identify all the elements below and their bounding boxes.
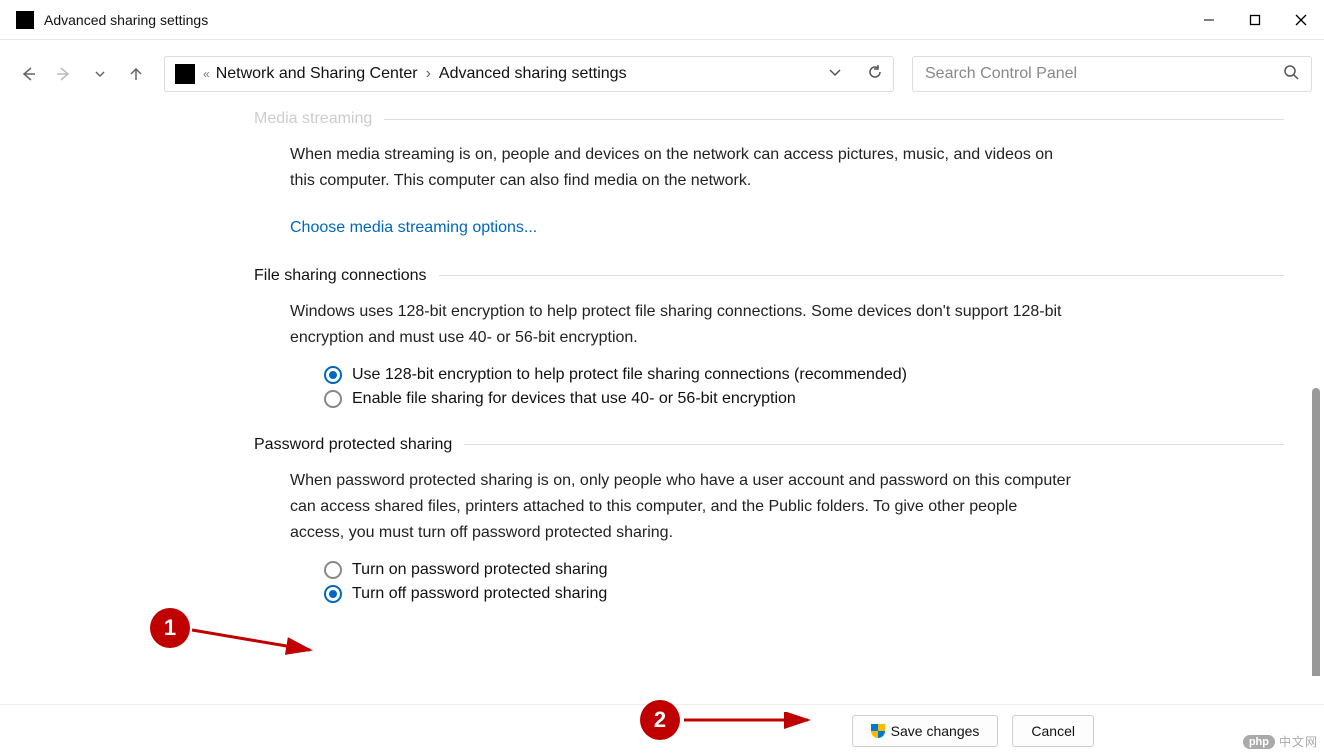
minimize-button[interactable] [1186, 0, 1232, 40]
address-bar[interactable]: « Network and Sharing Center › Advanced … [164, 56, 894, 92]
uac-shield-icon [871, 724, 885, 738]
breadcrumb-current[interactable]: Advanced sharing settings [439, 65, 627, 83]
app-icon [16, 11, 34, 29]
close-button[interactable] [1278, 0, 1324, 40]
breadcrumb-overflow-icon[interactable]: « [203, 67, 210, 81]
address-dropdown-icon[interactable] [827, 64, 843, 85]
titlebar: Advanced sharing settings [0, 0, 1324, 40]
content-area: Media streaming When media streaming is … [0, 108, 1324, 676]
section-filesharing-body: Windows uses 128-bit encryption to help … [254, 299, 1094, 352]
radio-128bit[interactable]: Use 128-bit encryption to help protect f… [324, 366, 1284, 384]
section-divider [384, 119, 1284, 120]
section-password-body: When password protected sharing is on, o… [254, 468, 1094, 547]
radio-icon [324, 561, 342, 579]
section-media-header: Media streaming [254, 110, 1284, 128]
forward-button[interactable] [48, 58, 80, 90]
section-media-body: When media streaming is on, people and d… [254, 142, 1094, 195]
section-filesharing-header: File sharing connections [254, 267, 1284, 285]
annotation-arrow-2 [682, 712, 822, 732]
section-divider [439, 275, 1284, 276]
radio-password-off[interactable]: Turn off password protected sharing [324, 585, 1284, 603]
recent-dropdown[interactable] [84, 58, 116, 90]
watermark-pill: php [1243, 735, 1275, 749]
cancel-button[interactable]: Cancel [1012, 715, 1094, 747]
search-box[interactable] [912, 56, 1312, 92]
password-radiogroup: Turn on password protected sharing Turn … [254, 561, 1284, 603]
watermark-text: 中文网 [1279, 733, 1318, 750]
section-filesharing-title: File sharing connections [254, 267, 427, 285]
radio-40-56bit[interactable]: Enable file sharing for devices that use… [324, 390, 1284, 408]
radio-password-on[interactable]: Turn on password protected sharing [324, 561, 1284, 579]
annotation-arrow-1 [190, 620, 330, 660]
radio-icon [324, 366, 342, 384]
up-button[interactable] [120, 58, 152, 90]
save-changes-button[interactable]: Save changes [852, 715, 999, 747]
save-button-label: Save changes [891, 723, 980, 739]
cancel-button-label: Cancel [1031, 723, 1075, 739]
window-controls [1186, 0, 1324, 40]
filesharing-radiogroup: Use 128-bit encryption to help protect f… [254, 366, 1284, 408]
search-icon[interactable] [1283, 64, 1299, 85]
search-input[interactable] [925, 65, 1283, 83]
radio-label: Enable file sharing for devices that use… [352, 390, 796, 408]
radio-label: Use 128-bit encryption to help protect f… [352, 366, 907, 384]
refresh-icon[interactable] [867, 64, 883, 85]
media-streaming-link[interactable]: Choose media streaming options... [254, 219, 537, 237]
location-icon [175, 64, 195, 84]
radio-label: Turn on password protected sharing [352, 561, 608, 579]
annotation-badge-1: 1 [150, 608, 190, 648]
breadcrumb-parent[interactable]: Network and Sharing Center [216, 65, 418, 83]
toolbar: « Network and Sharing Center › Advanced … [0, 40, 1324, 108]
radio-icon [324, 585, 342, 603]
section-password-title: Password protected sharing [254, 436, 452, 454]
section-password-header: Password protected sharing [254, 436, 1284, 454]
scrollbar[interactable] [1312, 388, 1320, 676]
radio-icon [324, 390, 342, 408]
watermark: php 中文网 [1243, 733, 1318, 750]
section-media-title: Media streaming [254, 110, 372, 128]
radio-label: Turn off password protected sharing [352, 585, 607, 603]
back-button[interactable] [12, 58, 44, 90]
maximize-button[interactable] [1232, 0, 1278, 40]
window-title: Advanced sharing settings [44, 12, 1186, 28]
annotation-badge-2: 2 [640, 700, 680, 740]
breadcrumb-separator-icon: › [426, 65, 431, 83]
section-divider [464, 444, 1284, 445]
